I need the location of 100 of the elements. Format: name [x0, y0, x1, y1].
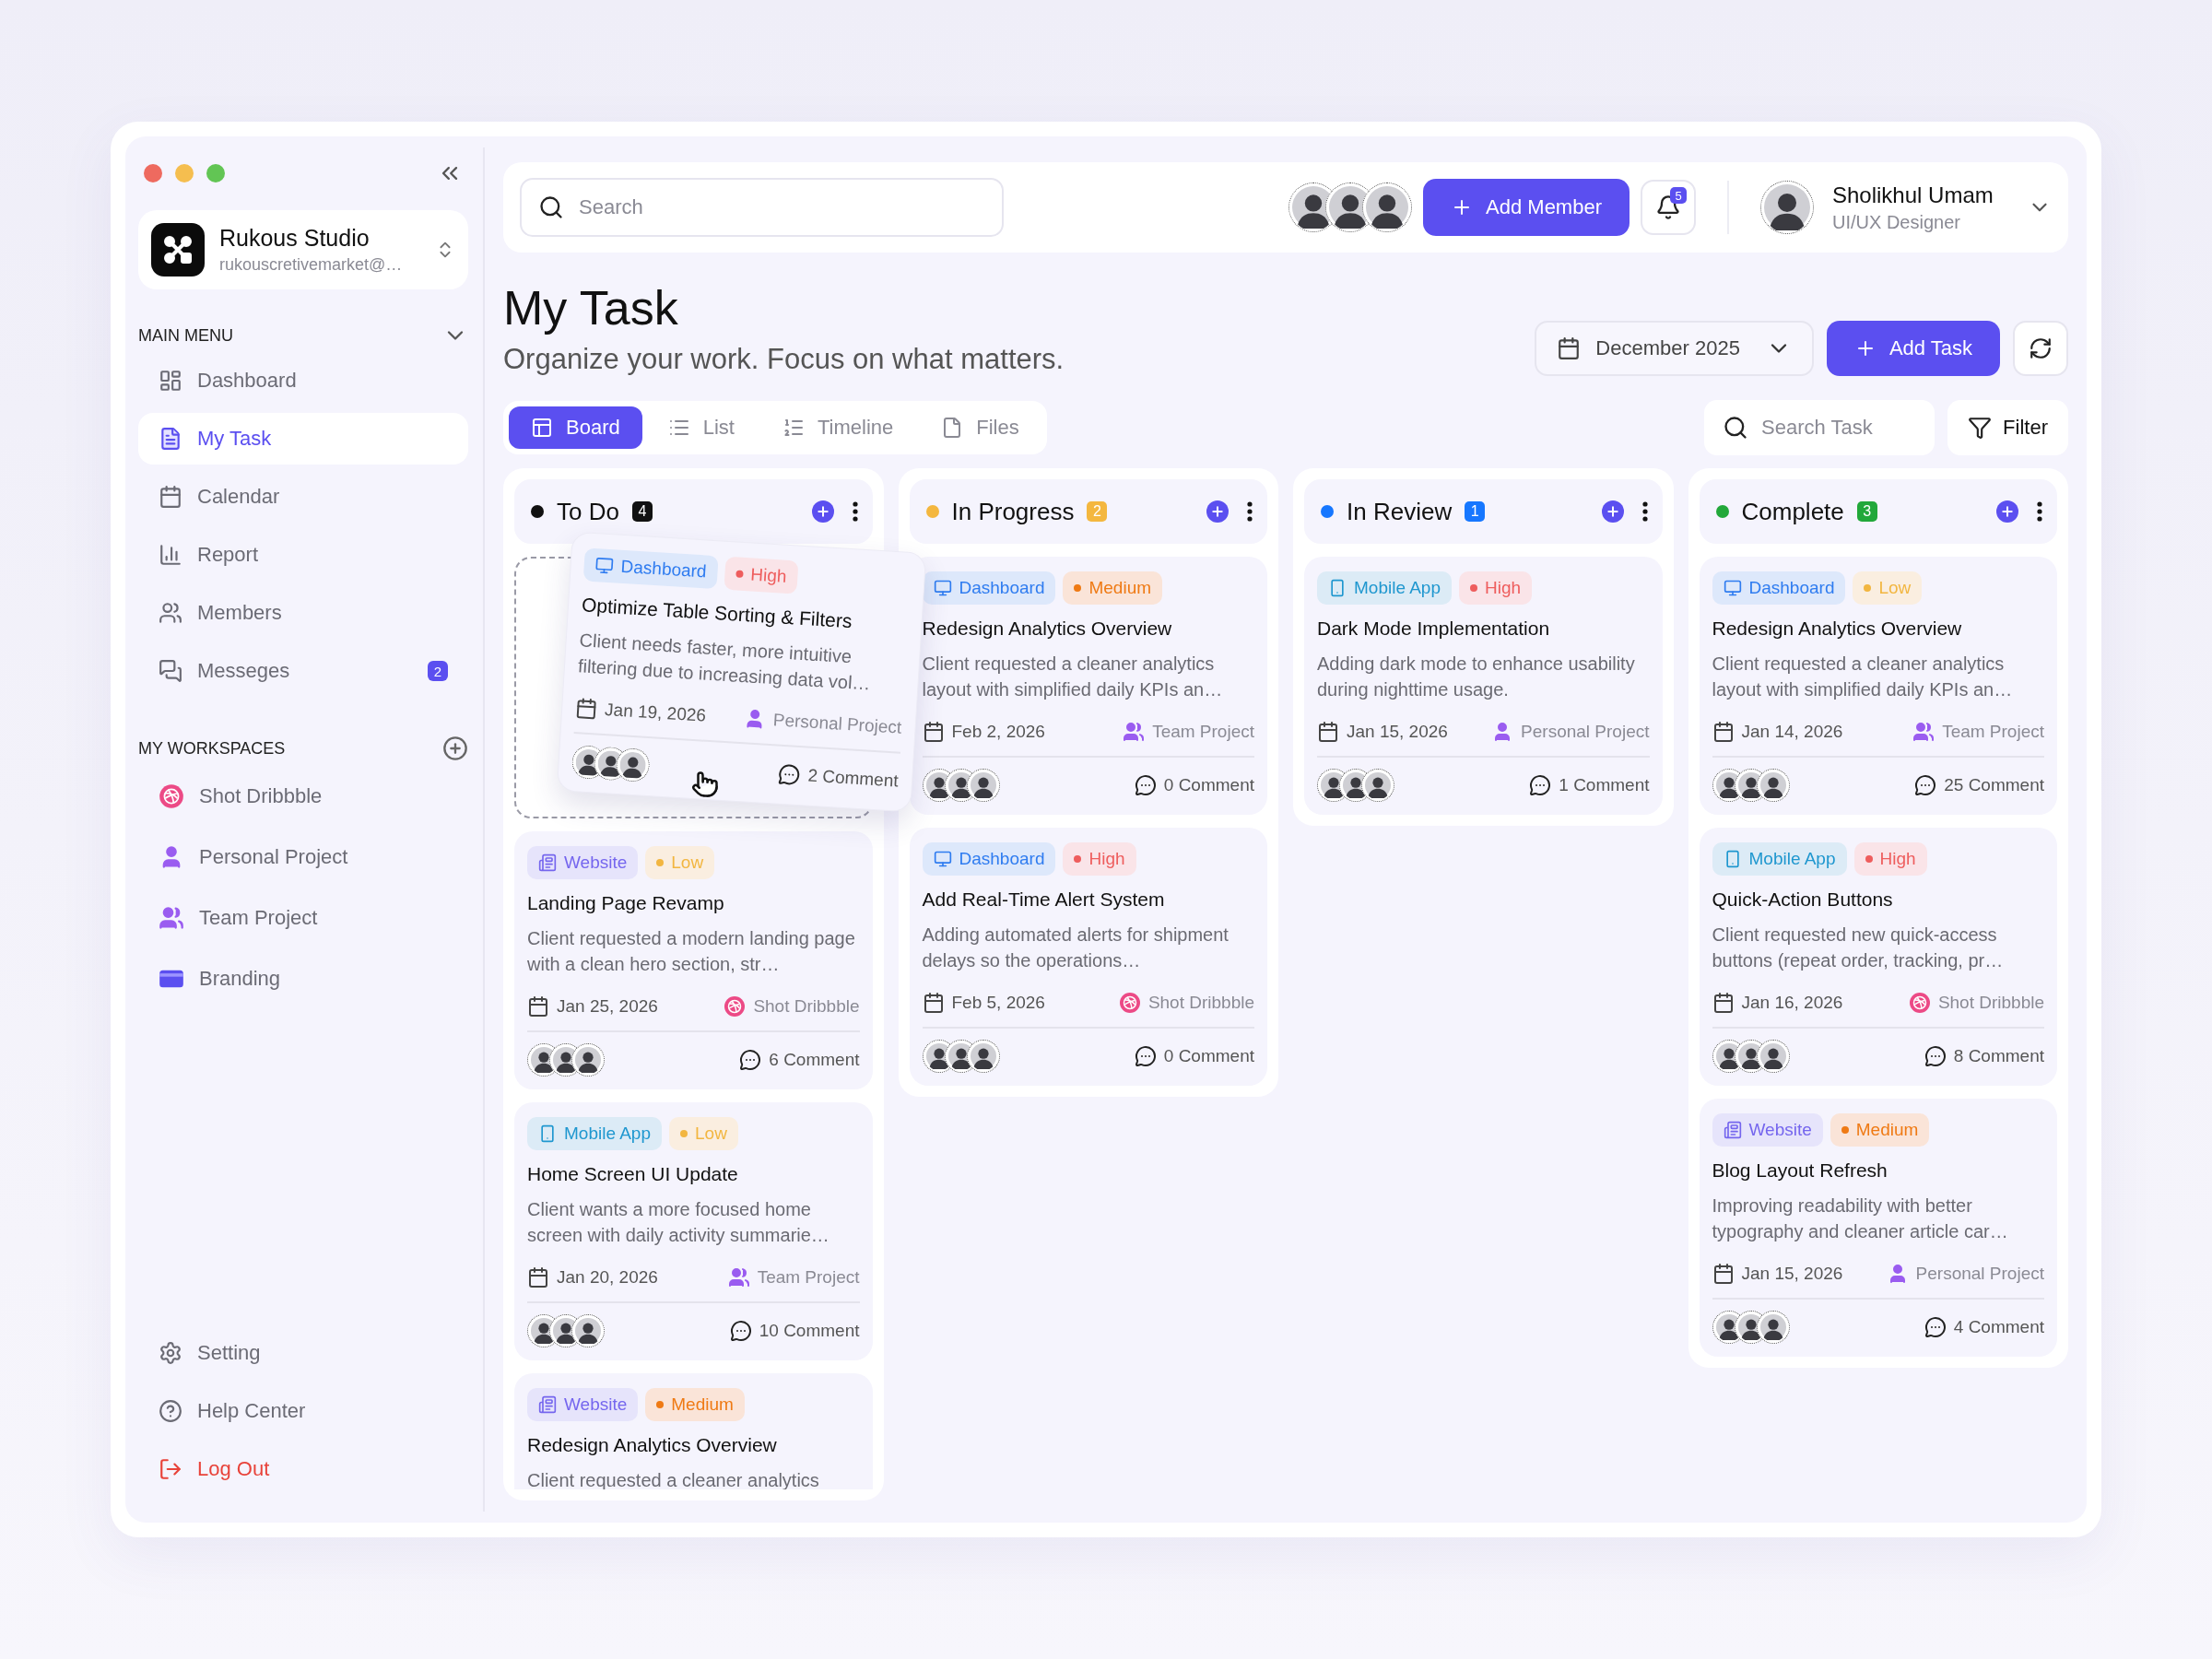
comment-count: 4 Comment	[1924, 1316, 2044, 1338]
menu-item[interactable]: Members	[138, 587, 468, 639]
task-card[interactable]: Mobile App High Quick-Action Buttons Client requested new quick-access buttons (repeat order, tracking, pr… Jan 16, 2026 Shot Dribbble 8 Comment	[1699, 828, 2057, 1086]
workspace-name: Rukous Studio	[219, 225, 371, 252]
priority-tag: Low	[669, 1117, 738, 1150]
comment-count: 25 Comment	[1914, 774, 2044, 796]
task-description: Improving readability with better typography and cleaner article car…	[1712, 1194, 2009, 1243]
ball-icon	[159, 783, 184, 809]
comment-icon	[1134, 1045, 1157, 1067]
category-tag: Website	[527, 846, 639, 879]
messages-icon	[159, 659, 182, 683]
month-select[interactable]: December 2025	[1535, 321, 1814, 376]
due-date: Jan 19, 2026	[574, 697, 707, 727]
calendar-icon	[1712, 992, 1735, 1014]
avatar	[571, 1314, 605, 1347]
due-date: Jan 15, 2026	[1317, 721, 1448, 743]
section-title: MY WORKSPACES	[138, 738, 286, 759]
priority-tag: Medium	[1830, 1113, 1930, 1147]
priority-tag: High	[1459, 571, 1533, 605]
workspace-switcher[interactable]: Rukous Studio rukouscretivemarket@…	[138, 210, 468, 289]
menu-item[interactable]: Dashboard	[138, 355, 468, 406]
due-date: Jan 20, 2026	[527, 1266, 658, 1288]
plus-icon	[1210, 504, 1225, 519]
add-icon[interactable]	[442, 735, 468, 761]
count-badge: 4	[631, 501, 653, 522]
priority-tag: Low	[1853, 571, 1923, 605]
view-tab[interactable]: Timeline	[759, 406, 916, 449]
due-date: Feb 5, 2026	[922, 992, 1045, 1014]
notification-button[interactable]: 5	[1641, 180, 1696, 235]
project-label: Team Project	[1123, 721, 1254, 743]
task-card[interactable]: Dashboard Low Redesign Analytics Overview Client requested a cleaner analytics layout with simplified daily KPIs an… Jan 14, 2026 Team Project 25 Comment	[1699, 557, 2057, 815]
column-title: Complete	[1741, 497, 1844, 526]
more-button[interactable]	[1247, 501, 1253, 522]
project-label: Personal Project	[1491, 721, 1650, 743]
add-task-button[interactable]	[811, 500, 834, 523]
add-task-button[interactable]	[1206, 500, 1229, 523]
calendar-icon	[527, 995, 549, 1018]
workspace-item[interactable]: Shot Dribbble	[138, 771, 468, 822]
add-member-button[interactable]: Add Member	[1423, 179, 1630, 236]
phone-icon	[538, 1124, 557, 1143]
more-button[interactable]	[2037, 501, 2042, 522]
category-tag: Website	[1712, 1113, 1823, 1147]
task-title: Landing Page Revamp	[527, 892, 725, 914]
view-tab[interactable]: Files	[919, 406, 1041, 449]
add-task-button[interactable]: Add Task	[1826, 321, 2000, 376]
calendar-icon	[1317, 721, 1339, 743]
project-label: Shot Dribbble	[724, 995, 860, 1018]
ball-icon	[1908, 992, 1931, 1014]
task-card[interactable]: Website Low Landing Page Revamp Client requested a modern landing page with a clean hero section, str… Jan 25, 2026 Shot Dribbble 6 Comment	[514, 831, 873, 1089]
task-card[interactable]: Mobile App Low Home Screen UI Update Client wants a more focused home screen with daily activity summarie… Jan 20, 2026 Team Project 10 Comment	[514, 1102, 873, 1360]
menu-item[interactable]: Setting	[138, 1327, 468, 1379]
priority-tag: High	[1853, 842, 1927, 876]
menu-item[interactable]: Messeges 2	[138, 645, 468, 697]
count-badge: 3	[1856, 501, 1877, 522]
priority-tag: High	[1063, 842, 1136, 876]
project-label: Personal Project	[1886, 1263, 2044, 1285]
search-icon	[1723, 415, 1749, 441]
due-date: Jan 14, 2026	[1712, 721, 1843, 743]
task-title: Dark Mode Implementation	[1317, 618, 1551, 640]
task-title: Add Real-Time Alert System	[922, 888, 1166, 911]
search-field[interactable]: Search	[520, 178, 1004, 237]
task-title: Redesign Analytics Overview	[1712, 618, 1963, 640]
due-date: Jan 25, 2026	[527, 995, 658, 1018]
view-tab[interactable]: List	[645, 406, 757, 449]
menu-item[interactable]: My Task	[138, 413, 468, 465]
add-task-button[interactable]	[1996, 500, 2018, 523]
more-button[interactable]	[1641, 501, 1648, 522]
calendar-icon	[922, 992, 945, 1014]
page-subtitle: Organize your work. Focus on what matters.	[503, 343, 1065, 376]
minimize-dot[interactable]	[175, 164, 194, 182]
avatar	[1362, 182, 1413, 232]
task-card[interactable]: Website Medium Blog Layout Refresh Improving readability with better typography and cleaner article car… Jan 15, 2026 Personal Project 4 Comment	[1699, 1099, 2057, 1357]
section-title: MAIN MENU	[138, 325, 233, 346]
workspace-item[interactable]: Personal Project	[138, 831, 468, 883]
maximize-dot[interactable]	[206, 164, 225, 182]
workspace-email: rukouscretivemarket@…	[219, 255, 404, 275]
monitor-icon	[1723, 579, 1742, 597]
refresh-button[interactable]	[2013, 321, 2068, 376]
more-button[interactable]	[852, 501, 858, 522]
more-icon	[1641, 501, 1648, 522]
menu-item[interactable]: Report	[138, 529, 468, 581]
add-task-button[interactable]	[1601, 500, 1624, 523]
task-card[interactable]: Dashboard Medium Redesign Analytics Overview Client requested a cleaner analytics layout with simplified daily KPIs an… Feb 2, 2026 Team Project 0 Comment	[909, 557, 1267, 815]
menu-item[interactable]: Calendar	[138, 471, 468, 523]
monitor-icon	[594, 556, 615, 576]
menu-item[interactable]: Help Center	[138, 1385, 468, 1437]
monitor-icon	[933, 850, 952, 868]
close-dot[interactable]	[144, 164, 162, 182]
search-task-field[interactable]: Search Task	[1704, 400, 1936, 455]
task-card[interactable]: Dashboard High Add Real-Time Alert System Adding automated alerts for shipment delays so the operations… Feb 5, 2026 Shot Dribbble 0 Comment	[909, 828, 1267, 1086]
column-title: To Do	[557, 497, 619, 526]
people-icon	[727, 1266, 750, 1288]
menu-item[interactable]: Log Out	[138, 1443, 468, 1495]
workspace-item[interactable]: Team Project	[138, 892, 468, 944]
view-tab[interactable]: Board	[509, 406, 642, 449]
task-card[interactable]: Mobile App High Dark Mode Implementation Adding dark mode to enhance usability during nighttime usage. Jan 15, 2026 Personal Project 1 Comment	[1304, 557, 1663, 815]
search-icon	[538, 194, 564, 220]
board-icon	[531, 417, 553, 439]
workspace-item[interactable]: Branding	[138, 953, 468, 1005]
filter-button[interactable]: Filter	[1947, 400, 2068, 455]
